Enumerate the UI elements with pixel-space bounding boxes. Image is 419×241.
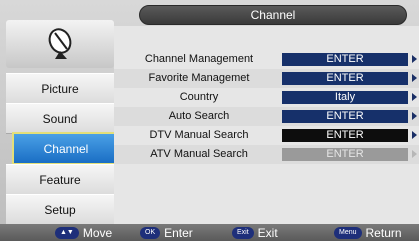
exit-key-icon: Exit — [232, 226, 254, 239]
sidebar-item-label: Sound — [42, 111, 78, 126]
sidebar-item-label: Picture — [41, 81, 79, 96]
menu-title-text: Channel — [250, 8, 296, 22]
arrow-right-icon — [412, 93, 417, 101]
sidebar-item-picture[interactable]: Picture — [6, 73, 114, 104]
sidebar-item-label: Channel — [43, 141, 89, 156]
menu-key-icon: Menu — [334, 226, 362, 239]
arrow-right-icon — [412, 74, 417, 82]
arrow-right-icon — [412, 55, 417, 63]
menu-row-auto-search[interactable]: Auto Search ENTER — [114, 107, 419, 126]
hint-move-label: Move — [82, 225, 113, 240]
hint-exit: Exit Exit — [232, 225, 278, 240]
menu-row-atv-manual-search[interactable]: ATV Manual Search ENTER — [114, 145, 419, 164]
up-down-key-icon: ▲▼ — [55, 226, 79, 239]
row-value[interactable]: ENTER — [282, 129, 408, 142]
row-value[interactable]: ENTER — [282, 72, 408, 85]
menu-logo — [6, 20, 114, 68]
hint-exit-label: Exit — [257, 225, 278, 240]
row-label: Channel Management — [144, 53, 254, 65]
arrow-right-icon — [412, 112, 417, 120]
row-label: Country — [179, 91, 219, 103]
hint-enter: OK Enter — [140, 225, 193, 240]
row-label: ATV Manual Search — [150, 148, 248, 160]
bottom-hint-bar: ▲▼ Move OK Enter Exit Exit Menu Return — [0, 224, 419, 241]
menu-row-channel-management[interactable]: Channel Management ENTER — [114, 50, 419, 69]
menu-row-dtv-manual-search[interactable]: DTV Manual Search ENTER — [114, 126, 419, 145]
sidebar-item-feature[interactable]: Feature — [6, 164, 114, 195]
arrow-right-icon — [412, 150, 417, 158]
row-value[interactable]: ENTER — [282, 110, 408, 123]
menu-row-country[interactable]: Country Italy — [114, 88, 419, 107]
hint-return: Menu Return — [334, 225, 402, 240]
sidebar-item-label: Feature — [39, 172, 81, 187]
row-label: Favorite Managemet — [148, 72, 250, 84]
hint-return-label: Return — [365, 225, 402, 240]
arrow-right-icon — [412, 131, 417, 139]
row-label: DTV Manual Search — [149, 129, 249, 141]
sidebar-item-setup[interactable]: Setup — [6, 194, 114, 225]
ok-key-icon: OK — [140, 226, 161, 239]
menu-title: Channel — [139, 5, 407, 25]
row-value[interactable]: ENTER — [282, 148, 408, 161]
sidebar-item-sound[interactable]: Sound — [6, 103, 114, 134]
hint-enter-label: Enter — [164, 225, 193, 240]
sidebar-item-channel[interactable]: Channel — [12, 132, 120, 165]
menu-row-favorite-management[interactable]: Favorite Managemet ENTER — [114, 69, 419, 88]
row-label: Auto Search — [168, 110, 230, 122]
sidebar-item-label: Setup — [44, 202, 76, 217]
row-value[interactable]: Italy — [282, 91, 408, 104]
row-value[interactable]: ENTER — [282, 53, 408, 66]
satellite-dish-icon — [48, 28, 72, 59]
hint-move: ▲▼ Move — [55, 225, 112, 240]
